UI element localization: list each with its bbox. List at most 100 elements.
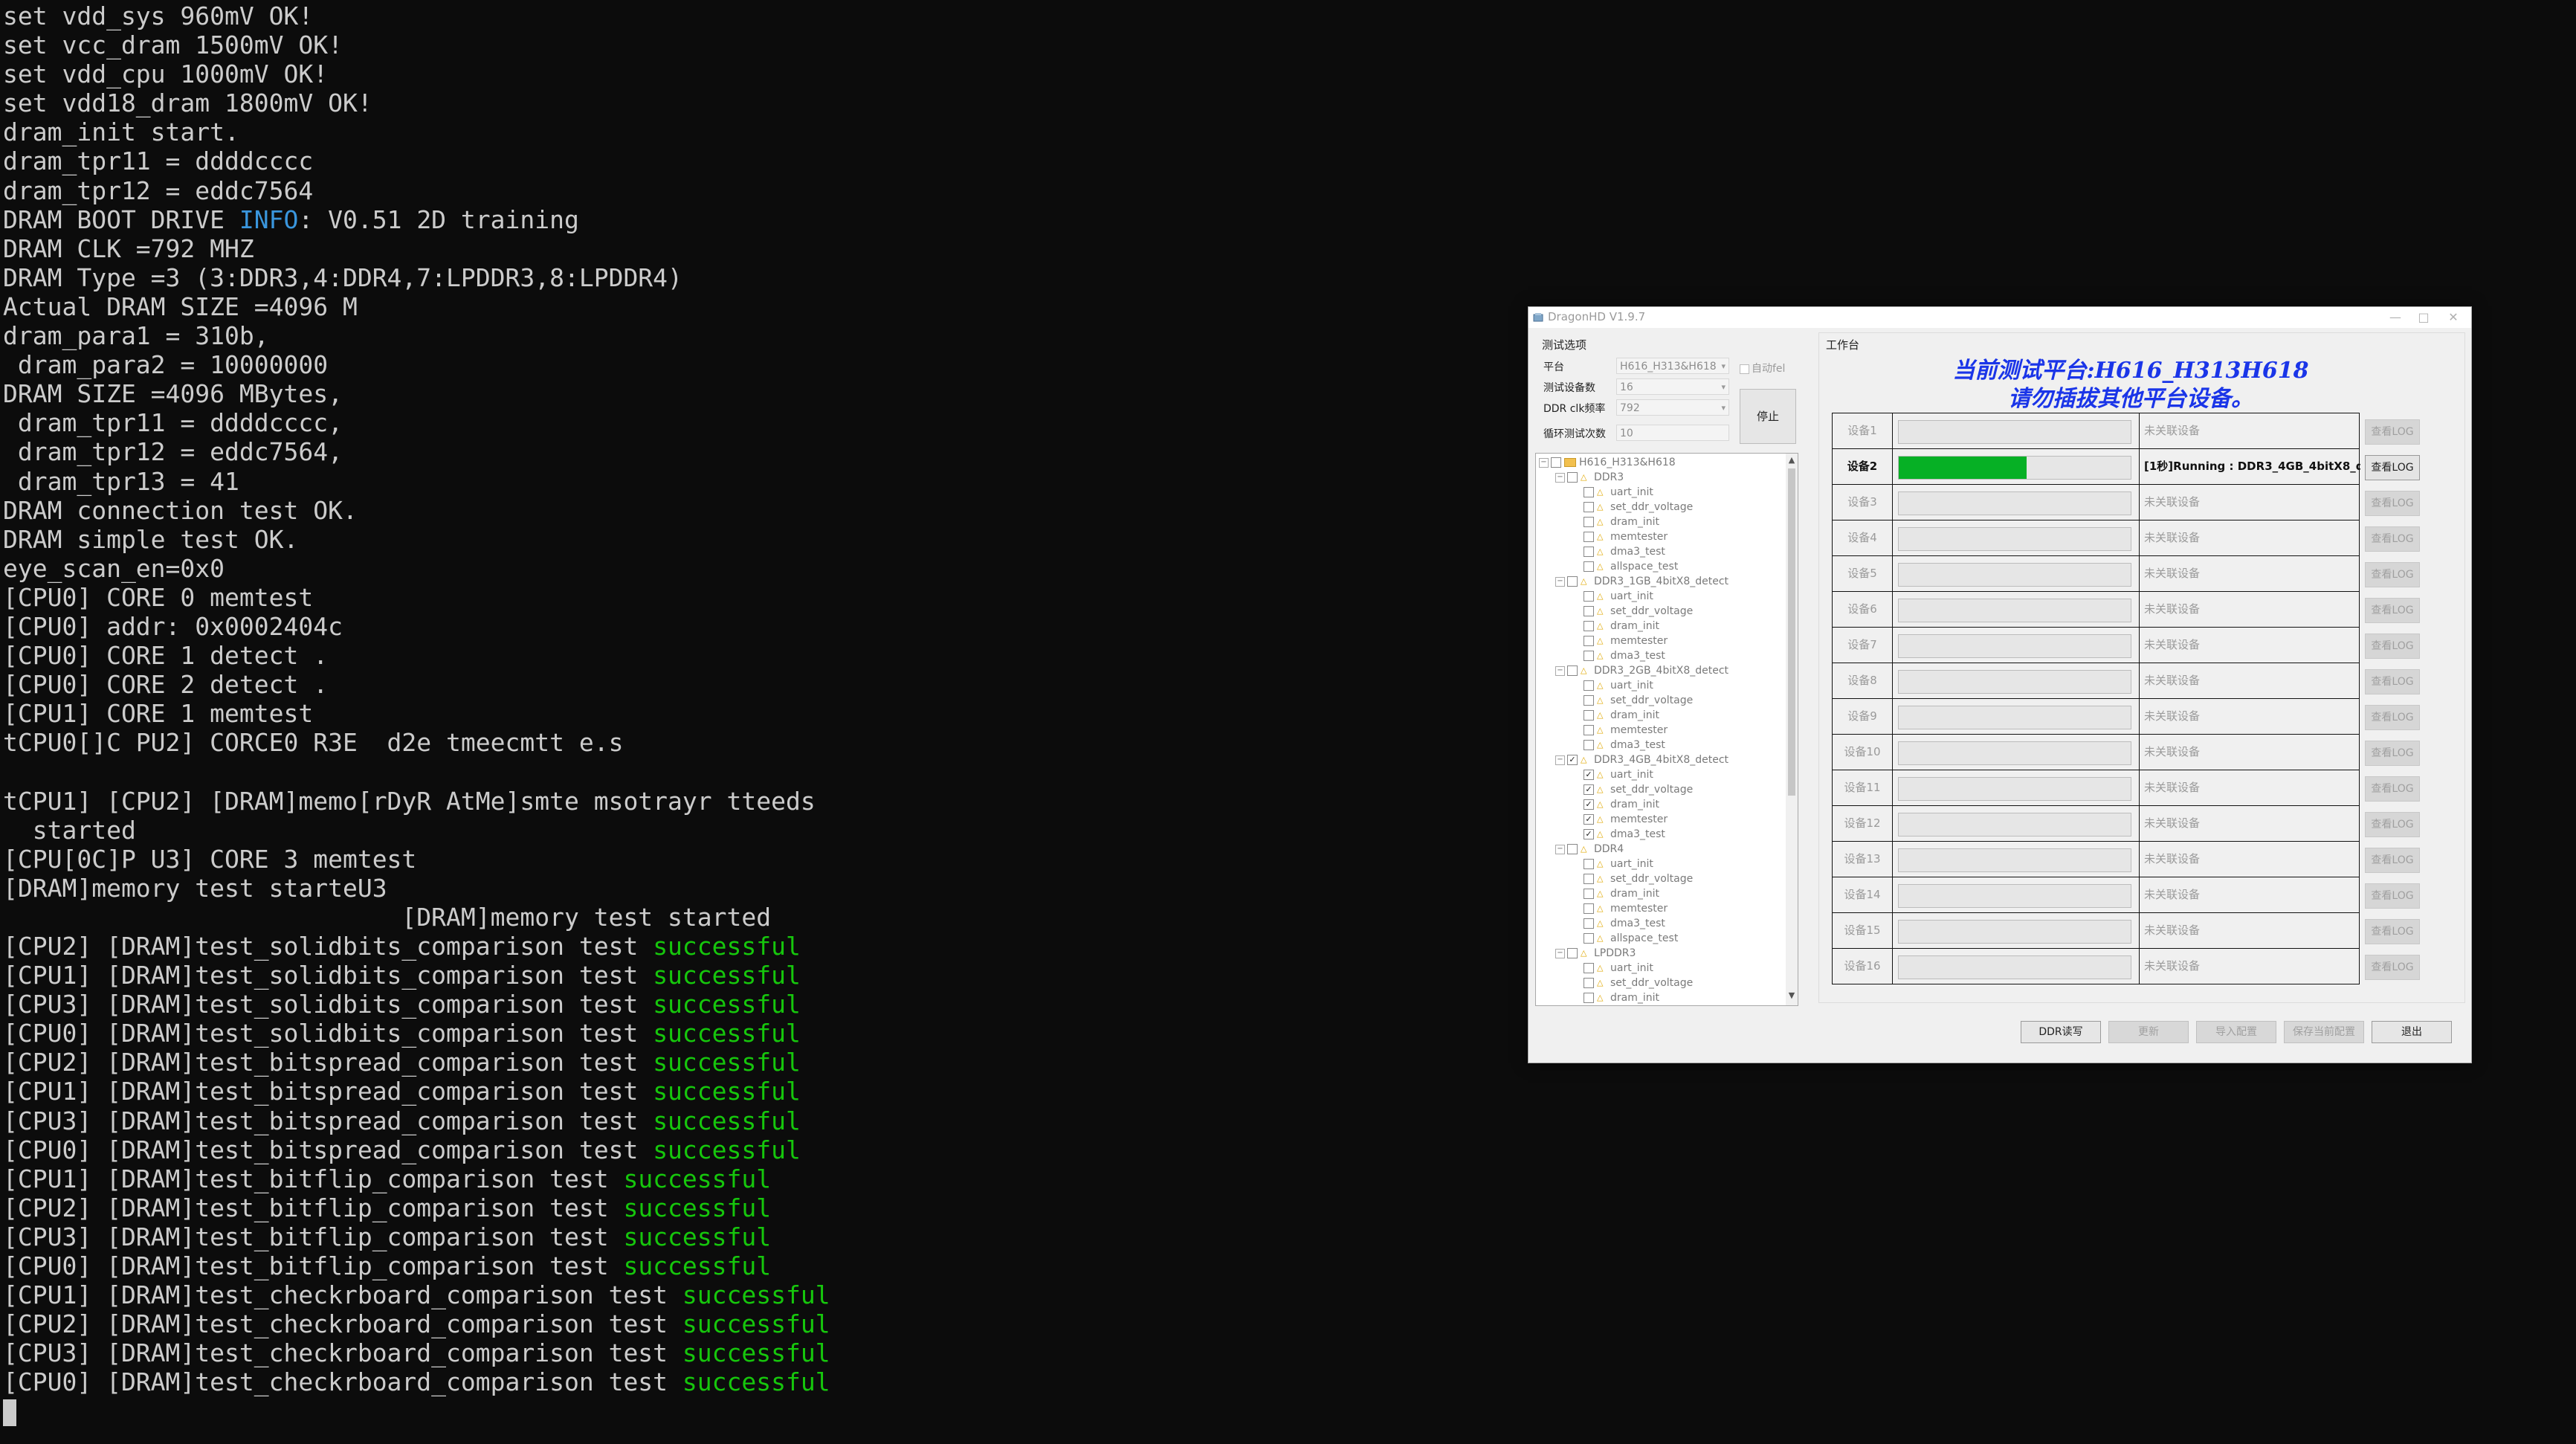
tree-node[interactable]: △ set_ddr_voltage: [1572, 976, 1693, 990]
collapse-toggle-icon[interactable]: −: [1555, 472, 1565, 483]
tree-node[interactable]: − △ DDR3: [1555, 470, 1624, 485]
view-log-button[interactable]: 查看LOG: [2365, 455, 2420, 480]
collapse-toggle-icon[interactable]: −: [1555, 665, 1565, 676]
tree-node[interactable]: △ set_ddr_voltage: [1572, 500, 1693, 515]
view-log-button[interactable]: 查看LOG: [2365, 812, 2420, 837]
tree-node[interactable]: △ memtester: [1572, 901, 1668, 916]
tree-checkbox[interactable]: ✓: [1567, 755, 1578, 765]
tree-checkbox[interactable]: ✓: [1584, 829, 1594, 839]
tree-node[interactable]: △ uart_init: [1572, 485, 1653, 500]
view-log-button[interactable]: 查看LOG: [2365, 919, 2420, 944]
collapse-toggle-icon[interactable]: −: [1539, 457, 1549, 468]
tree-checkbox[interactable]: [1567, 948, 1578, 958]
tree-node[interactable]: △ dma3_test: [1572, 648, 1665, 663]
view-log-button[interactable]: 查看LOG: [2365, 491, 2420, 516]
save-config-button[interactable]: 保存当前配置: [2284, 1021, 2364, 1043]
tree-checkbox[interactable]: ✓: [1584, 814, 1594, 825]
tree-node[interactable]: △ allspace_test: [1572, 559, 1678, 574]
tree-checkbox[interactable]: [1584, 725, 1594, 735]
tree-node[interactable]: △ set_ddr_voltage: [1572, 604, 1693, 619]
tree-checkbox[interactable]: [1584, 561, 1594, 572]
tree-checkbox[interactable]: [1567, 665, 1578, 676]
tree-node[interactable]: △ dram_init: [1572, 886, 1659, 901]
scroll-down-icon[interactable]: ▼: [1786, 990, 1798, 1000]
tree-checkbox[interactable]: [1584, 502, 1594, 512]
tree-node[interactable]: △ dram_init: [1572, 990, 1659, 1005]
view-log-button[interactable]: 查看LOG: [2365, 705, 2420, 730]
view-log-button[interactable]: 查看LOG: [2365, 526, 2420, 552]
tree-checkbox[interactable]: [1584, 621, 1594, 631]
tree-checkbox[interactable]: [1584, 889, 1594, 899]
tree-node[interactable]: − △ LPDDR3: [1555, 946, 1636, 961]
tree-node[interactable]: − ✓ △ DDR3_4GB_4bitX8_detect: [1555, 752, 1728, 767]
view-log-button[interactable]: 查看LOG: [2365, 883, 2420, 909]
tree-checkbox[interactable]: [1567, 844, 1578, 854]
tree-node[interactable]: △ dma3_test: [1572, 544, 1665, 559]
view-log-button[interactable]: 查看LOG: [2365, 955, 2420, 980]
tree-checkbox[interactable]: [1584, 532, 1594, 542]
scrollbar-thumb[interactable]: [1788, 468, 1795, 796]
tree-node[interactable]: △ memtester: [1572, 723, 1668, 738]
tree-node[interactable]: △ uart_init: [1572, 589, 1653, 604]
tree-node[interactable]: ✓ △ uart_init: [1572, 767, 1653, 782]
view-log-button[interactable]: 查看LOG: [2365, 848, 2420, 873]
test-item-tree[interactable]: − H616_H313&H618 − △ DDR3 △ uart_init △ set_ddr_…: [1535, 453, 1798, 1006]
tree-node[interactable]: △ dma3_test: [1572, 916, 1665, 931]
tree-node[interactable]: △ dram_init: [1572, 515, 1659, 529]
view-log-button[interactable]: 查看LOG: [2365, 598, 2420, 623]
ddr-clk-select[interactable]: 792 ▾: [1616, 399, 1729, 416]
tree-checkbox[interactable]: [1584, 918, 1594, 929]
collapse-toggle-icon[interactable]: −: [1555, 844, 1565, 854]
view-log-button[interactable]: 查看LOG: [2365, 669, 2420, 694]
tree-checkbox[interactable]: [1584, 636, 1594, 646]
tree-checkbox[interactable]: [1584, 487, 1594, 497]
loop-count-input[interactable]: 10: [1616, 425, 1729, 441]
exit-button[interactable]: 退出: [2372, 1021, 2452, 1043]
tree-node[interactable]: ✓ △ dram_init: [1572, 797, 1659, 812]
platform-select[interactable]: H616_H313&H618 ▾: [1616, 358, 1729, 374]
tree-node[interactable]: − H616_H313&H618: [1539, 455, 1676, 470]
view-log-button[interactable]: 查看LOG: [2365, 419, 2420, 445]
tree-checkbox[interactable]: [1584, 680, 1594, 691]
tree-node[interactable]: − △ DDR3_1GB_4bitX8_detect: [1555, 574, 1728, 589]
view-log-button[interactable]: 查看LOG: [2365, 741, 2420, 766]
tree-node[interactable]: ✓ △ dma3_test: [1572, 827, 1665, 842]
tree-scrollbar[interactable]: ▲ ▼: [1786, 454, 1798, 1005]
collapse-toggle-icon[interactable]: −: [1555, 948, 1565, 958]
collapse-toggle-icon[interactable]: −: [1555, 576, 1565, 587]
tree-checkbox[interactable]: [1551, 457, 1561, 468]
tree-checkbox[interactable]: ✓: [1584, 784, 1594, 795]
tree-node[interactable]: △ dma3_test: [1572, 738, 1665, 752]
tree-checkbox[interactable]: [1584, 874, 1594, 884]
tree-checkbox[interactable]: [1584, 963, 1594, 973]
tree-checkbox[interactable]: [1584, 993, 1594, 1003]
tree-checkbox[interactable]: [1567, 472, 1578, 483]
tree-node[interactable]: △ allspace_test: [1572, 931, 1678, 946]
tree-node[interactable]: ✓ △ memtester: [1572, 812, 1668, 827]
tree-checkbox[interactable]: [1584, 978, 1594, 988]
tree-checkbox[interactable]: [1567, 576, 1578, 587]
view-log-button[interactable]: 查看LOG: [2365, 562, 2420, 587]
title-bar[interactable]: DragonHD V1.9.7 — □ ✕: [1529, 307, 2471, 328]
tree-node[interactable]: − △ DDR3_2GB_4bitX8_detect: [1555, 663, 1728, 678]
tree-node[interactable]: △ set_ddr_voltage: [1572, 693, 1693, 708]
tree-node[interactable]: ✓ △ set_ddr_voltage: [1572, 782, 1693, 797]
tree-checkbox[interactable]: ✓: [1584, 770, 1594, 780]
maximize-button[interactable]: □: [2407, 309, 2440, 326]
tree-checkbox[interactable]: [1584, 517, 1594, 527]
auto-fel-checkbox[interactable]: 自动fel: [1740, 361, 1785, 375]
tree-checkbox[interactable]: [1584, 591, 1594, 602]
tree-checkbox[interactable]: [1584, 547, 1594, 557]
device-count-select[interactable]: 16 ▾: [1616, 378, 1729, 395]
tree-checkbox[interactable]: [1584, 933, 1594, 944]
tree-node[interactable]: △ dram_init: [1572, 708, 1659, 723]
scroll-up-icon[interactable]: ▲: [1786, 455, 1798, 465]
tree-checkbox[interactable]: [1584, 606, 1594, 616]
terminal-output[interactable]: set vdd_sys 960mV OK! set vcc_dram 1500mV…: [3, 1, 1520, 1443]
view-log-button[interactable]: 查看LOG: [2365, 776, 2420, 802]
stop-button[interactable]: 停止: [1740, 389, 1796, 444]
collapse-toggle-icon[interactable]: −: [1555, 755, 1565, 765]
tree-node[interactable]: − △ DDR4: [1555, 842, 1624, 857]
tree-node[interactable]: △ memtester: [1572, 634, 1668, 648]
tree-checkbox[interactable]: [1584, 651, 1594, 661]
